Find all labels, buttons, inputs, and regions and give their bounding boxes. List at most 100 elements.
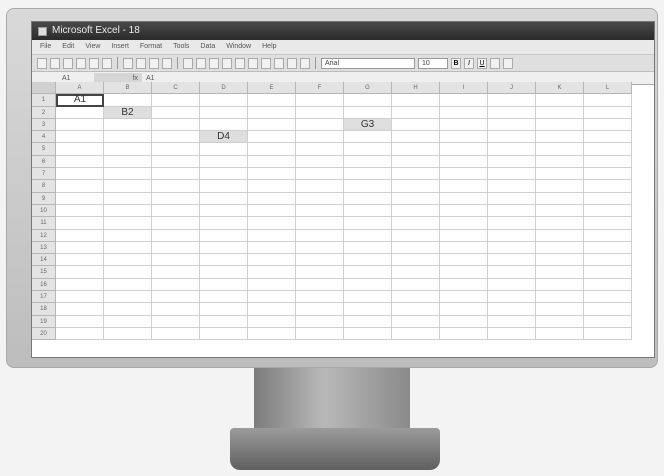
cell-c1[interactable] (152, 94, 200, 107)
cell-g7[interactable] (344, 168, 392, 181)
cell-k2[interactable] (536, 106, 584, 119)
cell-e19[interactable] (248, 315, 296, 328)
cell-c5[interactable] (152, 143, 200, 156)
row-header-7[interactable]: 7 (32, 168, 56, 181)
cell-l5[interactable] (584, 143, 632, 156)
cell-j16[interactable] (488, 278, 536, 292)
chart-wizard-icon[interactable] (261, 57, 271, 69)
cell-e18[interactable] (248, 303, 296, 316)
cell-k3[interactable] (536, 118, 584, 132)
cell-i17[interactable] (440, 291, 488, 304)
cell-i8[interactable] (440, 180, 488, 193)
font-size-select[interactable]: 10 (418, 57, 448, 69)
cell-c10[interactable] (152, 204, 200, 218)
cell-a2[interactable] (56, 106, 104, 119)
cell-d18[interactable] (200, 303, 248, 316)
cell-i6[interactable] (440, 155, 488, 169)
cell-k13[interactable] (536, 241, 584, 255)
cell-d20[interactable] (200, 327, 248, 341)
cell-b6[interactable] (104, 155, 152, 169)
cell-f12[interactable] (296, 229, 344, 242)
cell-j15[interactable] (488, 266, 536, 279)
cell-c13[interactable] (152, 241, 200, 255)
cell-i3[interactable] (440, 118, 488, 132)
cell-f17[interactable] (296, 291, 344, 304)
column-header-j[interactable]: J (488, 82, 536, 95)
cell-k18[interactable] (536, 303, 584, 316)
cell-l11[interactable] (584, 217, 632, 230)
cell-e12[interactable] (248, 229, 296, 242)
cell-j3[interactable] (488, 118, 536, 132)
cell-b15[interactable] (104, 266, 152, 279)
cell-b11[interactable] (104, 217, 152, 230)
cell-c4[interactable] (152, 131, 200, 144)
cell-l6[interactable] (584, 155, 632, 169)
cell-e10[interactable] (248, 204, 296, 218)
row-header-12[interactable]: 12 (32, 229, 56, 242)
cell-b14[interactable] (104, 254, 152, 267)
column-header-d[interactable]: D (200, 82, 248, 95)
cell-b3[interactable] (104, 118, 152, 132)
cell-e13[interactable] (248, 241, 296, 255)
cell-i20[interactable] (440, 327, 488, 341)
cell-l14[interactable] (584, 254, 632, 267)
cell-f3[interactable] (296, 118, 344, 132)
cell-c16[interactable] (152, 278, 200, 292)
cell-l13[interactable] (584, 241, 632, 255)
cell-b5[interactable] (104, 143, 152, 156)
column-header-a[interactable]: A (56, 82, 104, 95)
cell-e20[interactable] (248, 327, 296, 341)
row-header-1[interactable]: 1 (32, 94, 56, 107)
cell-b17[interactable] (104, 291, 152, 304)
cell-a19[interactable] (56, 315, 104, 328)
cell-c2[interactable] (152, 106, 200, 119)
new-icon[interactable] (37, 57, 47, 69)
cell-h15[interactable] (392, 266, 440, 279)
cell-b16[interactable] (104, 278, 152, 292)
cell-a14[interactable] (56, 254, 104, 267)
align-center-icon[interactable] (503, 57, 513, 69)
cell-a16[interactable] (56, 278, 104, 292)
column-header-e[interactable]: E (248, 82, 296, 95)
row-header-3[interactable]: 3 (32, 118, 56, 132)
row-header-16[interactable]: 16 (32, 278, 56, 292)
cell-e14[interactable] (248, 254, 296, 267)
cell-a1[interactable]: A1 (56, 94, 104, 107)
cell-j9[interactable] (488, 192, 536, 205)
cell-k8[interactable] (536, 180, 584, 193)
cell-f15[interactable] (296, 266, 344, 279)
cell-l4[interactable] (584, 131, 632, 144)
cell-j19[interactable] (488, 315, 536, 328)
cell-g17[interactable] (344, 291, 392, 304)
cell-d6[interactable] (200, 155, 248, 169)
cell-j1[interactable] (488, 94, 536, 107)
cell-k12[interactable] (536, 229, 584, 242)
cell-h19[interactable] (392, 315, 440, 328)
cell-b18[interactable] (104, 303, 152, 316)
cell-c15[interactable] (152, 266, 200, 279)
column-header-f[interactable]: F (296, 82, 344, 95)
cell-h8[interactable] (392, 180, 440, 193)
menu-tools[interactable]: Tools (173, 40, 189, 54)
cell-d9[interactable] (200, 192, 248, 205)
cell-c17[interactable] (152, 291, 200, 304)
cell-d10[interactable] (200, 204, 248, 218)
cell-g15[interactable] (344, 266, 392, 279)
column-header-g[interactable]: G (344, 82, 392, 95)
cell-g16[interactable] (344, 278, 392, 292)
cell-g11[interactable] (344, 217, 392, 230)
cell-j18[interactable] (488, 303, 536, 316)
cell-g13[interactable] (344, 241, 392, 255)
cell-c19[interactable] (152, 315, 200, 328)
column-header-h[interactable]: H (392, 82, 440, 95)
cell-h1[interactable] (392, 94, 440, 107)
cell-h10[interactable] (392, 204, 440, 218)
cell-g1[interactable] (344, 94, 392, 107)
cell-a5[interactable] (56, 143, 104, 156)
italic-button[interactable]: I (464, 57, 474, 69)
cell-k14[interactable] (536, 254, 584, 267)
open-icon[interactable] (50, 57, 60, 69)
cell-f13[interactable] (296, 241, 344, 255)
cell-f19[interactable] (296, 315, 344, 328)
row-header-17[interactable]: 17 (32, 291, 56, 304)
